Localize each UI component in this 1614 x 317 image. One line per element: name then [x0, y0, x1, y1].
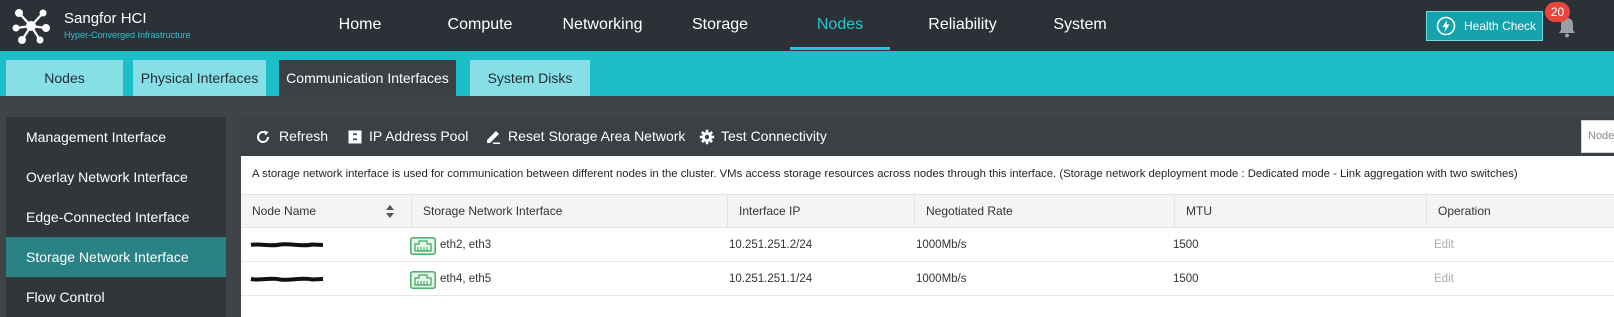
- redacted-node-name: [250, 276, 324, 282]
- interface-names: eth4, eth5: [440, 273, 492, 285]
- sub-nav-bar: Nodes Physical Interfaces Communication …: [0, 51, 1614, 96]
- nav-nodes[interactable]: Nodes: [800, 0, 880, 51]
- interface-ip: 10.251.251.1/24: [729, 273, 813, 285]
- nav-storage[interactable]: Storage: [685, 0, 755, 51]
- ip-address-pool-button[interactable]: IP Address Pool: [347, 117, 472, 156]
- reset-storage-area-network-label: Reset Storage Area Network: [508, 128, 686, 144]
- network-port-icon: [410, 271, 436, 289]
- node-search-input[interactable]: Node: [1581, 120, 1614, 153]
- refresh-icon: [257, 130, 270, 143]
- redacted-node-name: [250, 242, 324, 248]
- negotiated-rate: 1000Mb/s: [916, 239, 967, 251]
- reset-storage-area-network-button[interactable]: Reset Storage Area Network: [485, 117, 685, 156]
- brand-title: Sangfor HCI: [64, 10, 147, 27]
- nav-home[interactable]: Home: [325, 0, 395, 51]
- tab-communication-interfaces[interactable]: Communication Interfaces: [279, 60, 456, 96]
- column-header-negotiated-rate: Negotiated Rate: [914, 195, 1174, 227]
- edit-link[interactable]: Edit: [1434, 228, 1454, 262]
- ip-pool-icon: [348, 130, 362, 144]
- content-panel: A storage network interface is used for …: [241, 156, 1614, 317]
- sangfor-logo-icon: [12, 9, 50, 44]
- tab-system-disks[interactable]: System Disks: [470, 60, 590, 96]
- table-header: Node Name Storage Network Interface Inte…: [241, 194, 1614, 228]
- column-header-interface-ip: Interface IP: [727, 195, 914, 227]
- tab-physical-interfaces[interactable]: Physical Interfaces: [133, 60, 266, 96]
- mtu-value: 1500: [1173, 239, 1199, 251]
- table-row[interactable]: eth2, eth3 10.251.251.2/24 1000Mb/s 1500…: [241, 228, 1614, 262]
- test-connectivity-label: Test Connectivity: [721, 128, 827, 144]
- pencil-icon: [487, 131, 500, 144]
- sort-icon[interactable]: [386, 205, 394, 218]
- refresh-button[interactable]: Refresh: [255, 117, 335, 156]
- tab-nodes[interactable]: Nodes: [6, 60, 123, 96]
- network-port-icon: [410, 237, 436, 255]
- interface-names: eth2, eth3: [440, 239, 492, 251]
- mtu-value: 1500: [1173, 273, 1199, 285]
- description-text: A storage network interface is used for …: [252, 168, 1518, 180]
- sidebar-item-overlay-network-interface[interactable]: Overlay Network Interface: [6, 157, 226, 197]
- health-check-icon: [1436, 16, 1456, 36]
- column-header-mtu: MTU: [1174, 195, 1426, 227]
- column-header-storage-network-interface: Storage Network Interface: [411, 195, 727, 227]
- table-row[interactable]: eth4, eth5 10.251.251.1/24 1000Mb/s 1500…: [241, 262, 1614, 296]
- sidebar: Management Interface Overlay Network Int…: [6, 117, 226, 317]
- top-bar: Sangfor HCI Hyper-Converged Infrastructu…: [0, 0, 1614, 51]
- nav-active-underline: [790, 47, 890, 50]
- sidebar-item-management-interface[interactable]: Management Interface: [6, 117, 226, 157]
- sidebar-item-edge-connected-interface[interactable]: Edge-Connected Interface: [6, 197, 226, 237]
- toolbar: Refresh IP Address Pool Reset Storage Ar…: [241, 117, 1614, 156]
- nav-reliability[interactable]: Reliability: [915, 0, 1010, 51]
- edit-link[interactable]: Edit: [1434, 262, 1454, 296]
- test-connectivity-button[interactable]: Test Connectivity: [699, 117, 829, 156]
- column-header-node-name[interactable]: Node Name: [241, 195, 411, 227]
- sidebar-item-flow-control[interactable]: Flow Control: [6, 277, 226, 317]
- ip-address-pool-label: IP Address Pool: [369, 128, 469, 144]
- sidebar-item-storage-network-interface[interactable]: Storage Network Interface: [6, 237, 226, 277]
- column-header-operation: Operation: [1426, 195, 1614, 227]
- refresh-label: Refresh: [279, 128, 329, 144]
- brand-subtitle: Hyper-Converged Infrastructure: [64, 30, 191, 40]
- notification-badge: 20: [1545, 2, 1570, 22]
- gear-icon: [699, 129, 715, 145]
- health-check-button[interactable]: Health Check: [1426, 11, 1543, 41]
- nav-system[interactable]: System: [1045, 0, 1115, 51]
- negotiated-rate: 1000Mb/s: [916, 273, 967, 285]
- interface-ip: 10.251.251.2/24: [729, 239, 813, 251]
- health-check-label: Health Check: [1464, 19, 1537, 33]
- nav-compute[interactable]: Compute: [440, 0, 520, 51]
- nav-networking[interactable]: Networking: [555, 0, 650, 51]
